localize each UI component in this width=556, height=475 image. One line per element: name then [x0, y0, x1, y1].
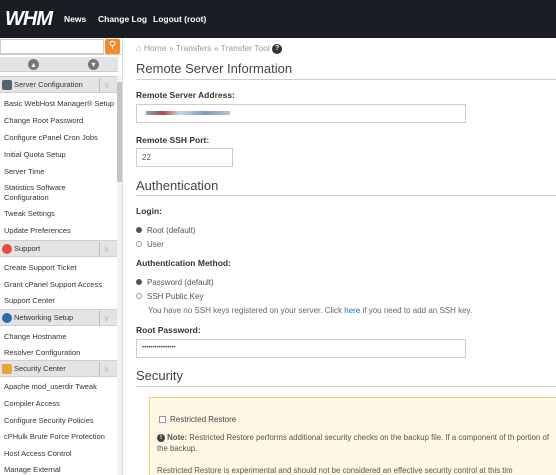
sidebar-category-server-configuration[interactable]: Server Configuration ∨	[0, 76, 117, 93]
radio-icon[interactable]	[136, 240, 142, 247]
whm-logo[interactable]: WHM	[5, 8, 53, 31]
sidebar-item-manage-external[interactable]: Manage External	[4, 465, 117, 475]
sidebar-item-change-root-password[interactable]: Change Root Password	[4, 116, 117, 126]
login-label: Login:	[136, 206, 162, 216]
sidebar-item-resolver-configuration[interactable]: Resolver Configuration	[4, 348, 117, 358]
restricted-restore-warning: Restricted Restore is experimental and s…	[157, 466, 513, 475]
main-content: ⌂ Home » Transfers » Transfer Tool ? Rem…	[124, 38, 556, 475]
restricted-restore-panel: Restricted Restore ! Note: Restricted Re…	[149, 397, 556, 475]
top-bar: WHM News Change Log Logout (root)	[0, 0, 556, 38]
root-password-label: Root Password:	[136, 325, 201, 335]
nav-change-log-link[interactable]: Change Log	[98, 14, 147, 24]
sidebar-item-tweak-settings[interactable]: Tweak Settings	[4, 209, 117, 219]
info-icon: !	[157, 433, 165, 442]
sidebar-item-security-policies[interactable]: Configure Security Policies	[4, 416, 117, 426]
sidebar-item-basic-setup[interactable]: Basic WebHost Manager® Setup	[4, 99, 117, 109]
chevron-down-icon[interactable]: ∨	[99, 242, 113, 256]
networking-icon	[2, 313, 12, 323]
restricted-restore-note: ! Note: Restricted Restore performs addi…	[157, 432, 556, 454]
root-password-input[interactable]: ••••••••••••••••	[136, 339, 466, 358]
category-label: Server Configuration	[14, 80, 83, 89]
auth-password-radio[interactable]: Password (default)	[136, 278, 214, 287]
nav-news-link[interactable]: News	[64, 14, 86, 24]
radio-selected-icon[interactable]	[136, 226, 142, 233]
support-icon	[2, 244, 12, 254]
security-title: Security	[136, 368, 183, 383]
note-bold-label: Note:	[167, 433, 188, 442]
login-root-radio[interactable]: Root (default)	[136, 226, 195, 235]
sidebar-item-grant-support-access[interactable]: Grant cPanel Support Access	[4, 280, 117, 290]
category-label: Security Center	[14, 364, 66, 373]
authentication-title: Authentication	[136, 178, 219, 193]
nav-logout-link[interactable]: Logout (root)	[153, 14, 206, 24]
sidebar-category-networking-setup[interactable]: Networking Setup ∨	[0, 309, 117, 326]
hint-text: You have no SSH keys registered on your …	[148, 306, 345, 315]
login-user-label: User	[147, 240, 164, 249]
expand-all-icon[interactable]: ▾	[88, 59, 99, 70]
sidebar-item-apache-userdir[interactable]: Apache mod_userdir Tweak	[4, 382, 117, 392]
sidebar-search-input[interactable]	[0, 39, 104, 54]
auth-method-label: Authentication Method:	[136, 258, 231, 268]
chevron-down-icon[interactable]: ∨	[99, 362, 113, 376]
sidebar-item-change-hostname[interactable]: Change Hostname	[4, 332, 117, 342]
section-divider	[136, 386, 556, 387]
remote-address-label: Remote Server Address:	[136, 90, 235, 100]
sidebar-toggle-row: ▴ ▾	[0, 57, 118, 72]
sidebar-item-statistics-software[interactable]: Statistics Software	[4, 183, 117, 193]
sidebar-item-compiler-access[interactable]: Compiler Access	[4, 399, 117, 409]
section-divider	[136, 79, 556, 80]
section-divider	[136, 195, 556, 196]
chevron-down-icon[interactable]: ∨	[99, 78, 113, 92]
sidebar-category-security-center[interactable]: Security Center ∨	[0, 360, 117, 377]
auth-password-label: Password (default)	[147, 278, 214, 287]
collapse-all-icon[interactable]: ▴	[28, 59, 39, 70]
radio-icon[interactable]	[136, 292, 142, 299]
sidebar-item-server-time[interactable]: Server Time	[4, 167, 117, 177]
restricted-restore-label[interactable]: Restricted Restore	[170, 415, 236, 424]
sidebar-item-host-access-control[interactable]: Host Access Control	[4, 449, 117, 459]
sidebar-category-support[interactable]: Support ∨	[0, 240, 117, 257]
sidebar-item-support-center[interactable]: Support Center	[4, 296, 117, 306]
help-icon[interactable]: ?	[272, 43, 283, 54]
home-icon[interactable]: ⌂	[136, 43, 141, 53]
sidebar-item-cphulk[interactable]: cPHulk Brute Force Protection	[4, 432, 117, 442]
auth-ssh-key-radio[interactable]: SSH Public Key	[136, 292, 203, 301]
sidebar-item-statistics-software-cont[interactable]: Configuration	[4, 193, 117, 203]
category-label: Support	[14, 244, 41, 253]
breadcrumb: ⌂ Home » Transfers » Transfer Tool ?	[136, 43, 283, 54]
breadcrumb-text[interactable]: Home » Transfers » Transfer Tool	[144, 43, 270, 53]
server-config-icon	[2, 80, 12, 90]
ssh-key-hint: You have no SSH keys registered on your …	[148, 306, 472, 315]
lock-icon	[2, 364, 12, 374]
sidebar-item-update-preferences[interactable]: Update Preferences	[4, 226, 117, 236]
radio-selected-icon[interactable]	[136, 278, 142, 285]
sidebar-item-create-support-ticket[interactable]: Create Support Ticket	[4, 263, 117, 273]
sidebar-scroll-thumb[interactable]	[117, 82, 122, 182]
category-label: Networking Setup	[14, 313, 74, 322]
restricted-restore-checkbox[interactable]	[159, 416, 166, 423]
ssh-port-input[interactable]: 22	[136, 148, 233, 167]
sidebar-item-cron-jobs[interactable]: Configure cPanel Cron Jobs	[4, 133, 117, 143]
add-ssh-key-link[interactable]: here	[344, 306, 360, 315]
hint-text: if you need to add an SSH key.	[360, 306, 473, 315]
sidebar-item-quota-setup[interactable]: Initial Quota Setup	[4, 150, 117, 160]
ssh-port-label: Remote SSH Port:	[136, 135, 210, 145]
sidebar: ⚲ ▴ ▾ Server Configuration ∨ Basic WebHo…	[0, 38, 123, 475]
remote-server-title: Remote Server Information	[136, 61, 293, 76]
search-icon[interactable]: ⚲	[105, 39, 120, 54]
auth-ssh-key-label: SSH Public Key	[147, 292, 204, 301]
sidebar-search: ⚲	[0, 38, 122, 55]
login-user-radio[interactable]: User	[136, 240, 164, 249]
note-text: Restricted Restore performs additional s…	[157, 433, 549, 453]
login-root-label: Root (default)	[147, 226, 196, 235]
chevron-down-icon[interactable]: ∨	[99, 311, 113, 325]
sidebar-scrollbar[interactable]	[117, 76, 122, 475]
redacted-address	[146, 111, 230, 115]
